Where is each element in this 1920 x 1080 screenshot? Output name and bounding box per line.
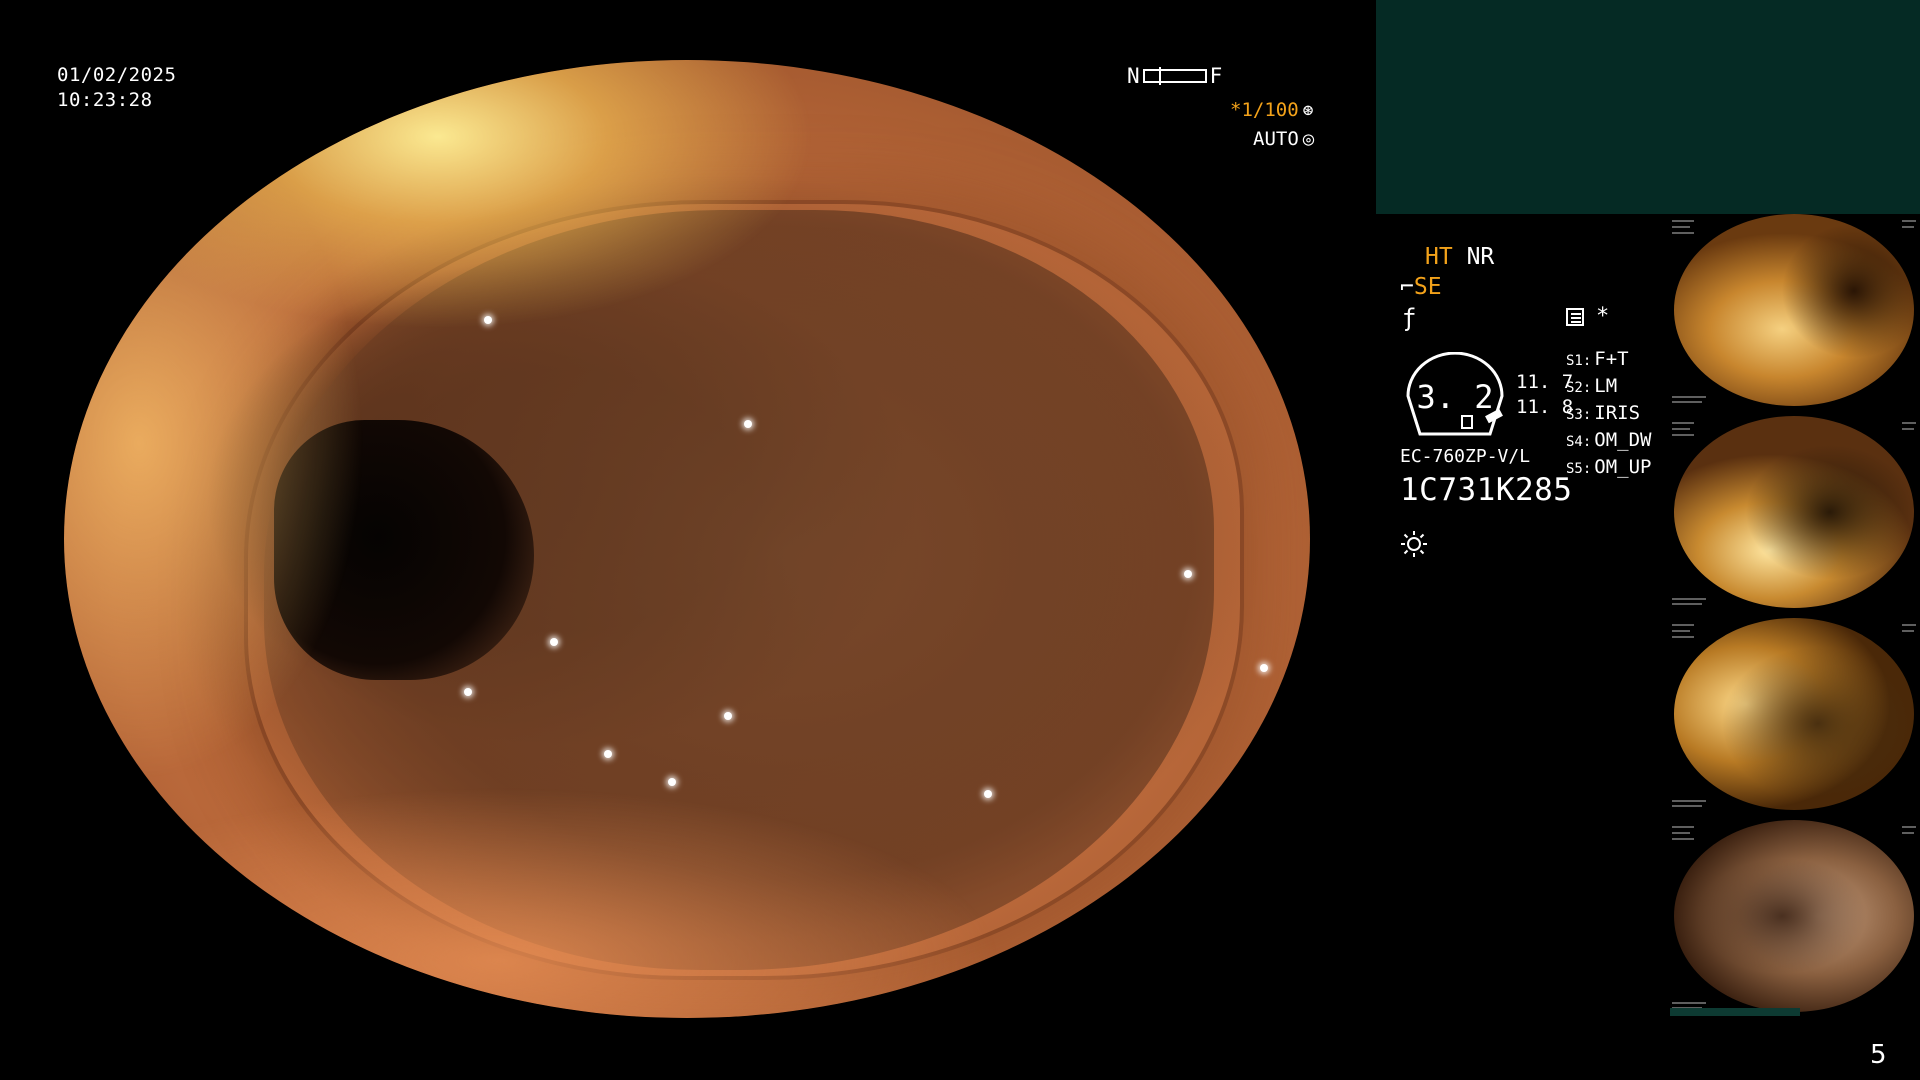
- zoom-scale: N F: [1127, 64, 1222, 88]
- se-label: SE: [1413, 274, 1442, 300]
- specular-highlight: [1184, 570, 1192, 578]
- target-icon: ◎: [1302, 128, 1315, 150]
- thumbnail[interactable]: [1670, 820, 1920, 1016]
- specular-highlight: [724, 712, 732, 720]
- thumbnail-image: [1674, 214, 1914, 406]
- asterisk-icon: *: [1596, 304, 1610, 329]
- specular-highlight: [984, 790, 992, 798]
- thumbnail-strip-bar: [1670, 1008, 1800, 1016]
- se-row: ⌐SE: [1400, 274, 1442, 300]
- thumbnail-meta: [1902, 622, 1918, 636]
- page-number: 5: [1870, 1040, 1887, 1070]
- switch-row: S1: F+T: [1566, 348, 1629, 370]
- specular-highlight: [604, 750, 612, 758]
- thumbnail-image: [1674, 820, 1914, 1012]
- specular-highlight: [668, 778, 676, 786]
- thumbnail-meta: [1672, 420, 1700, 440]
- endoscope-main-view: [64, 60, 1310, 1018]
- near-label: N: [1127, 64, 1140, 88]
- ht-label: HT: [1425, 244, 1453, 270]
- thumbnail-meta: [1672, 394, 1708, 404]
- scope-switches: S1: F+T S2: LM S3: IRIS S4: OM_DW S5: OM_UP: [1566, 347, 1652, 482]
- endoscope-screen: 01/02/2025 10:23:28 N F *1/100 ⊛ AUTO ◎ …: [0, 0, 1920, 1080]
- scope-serial: 1C731K285: [1400, 472, 1573, 508]
- scope-model: EC-760ZP-V/L: [1400, 446, 1531, 467]
- captured-thumbnails: [1670, 214, 1920, 1018]
- auto-mode: AUTO ◎: [1253, 128, 1314, 150]
- specular-highlight: [550, 638, 558, 646]
- thumbnail[interactable]: [1670, 214, 1920, 410]
- thumbnail-meta: [1902, 420, 1918, 434]
- ht-nr-row: HT NR: [1425, 244, 1494, 270]
- thumbnail[interactable]: [1670, 416, 1920, 612]
- switch-row: S3: IRIS: [1566, 402, 1641, 424]
- thumbnail-meta: [1672, 218, 1700, 238]
- zoom-bar: [1142, 67, 1207, 85]
- thumbnail-meta: [1672, 622, 1700, 642]
- structure-enhance-icon: ⌐: [1400, 274, 1414, 300]
- image-mode-icon: [1566, 308, 1584, 326]
- gauge-readouts: 11. 7 11. 8: [1516, 370, 1573, 420]
- switch-row: S2: LM: [1566, 375, 1618, 397]
- shutter-text: *1/100: [1230, 99, 1299, 121]
- thumbnail-meta: [1672, 798, 1708, 808]
- specular-highlight: [484, 316, 492, 324]
- time-text: 10:23:28: [57, 89, 153, 111]
- aperture-icon: ⊛: [1302, 99, 1314, 121]
- specular-highlight: [464, 688, 472, 696]
- thumbnail[interactable]: [1670, 618, 1920, 814]
- switch-row: S5: OM_UP: [1566, 456, 1652, 478]
- specular-highlight: [744, 420, 752, 428]
- thumbnail-meta: [1902, 218, 1918, 232]
- switch-row: S4: OM_DW: [1566, 429, 1652, 451]
- shutter-speed: *1/100 ⊛: [1230, 99, 1313, 121]
- nr-label: NR: [1466, 244, 1495, 270]
- auto-text: AUTO: [1253, 128, 1299, 150]
- thumbnail-meta: [1902, 824, 1918, 838]
- illuminated-wall: [64, 60, 1310, 1018]
- far-label: F: [1209, 64, 1223, 88]
- gauge-value: 3. 2: [1416, 378, 1494, 416]
- thumbnail-image: [1674, 618, 1914, 810]
- light-source-icon: [1401, 531, 1427, 557]
- thumbnail-meta: [1672, 824, 1700, 844]
- gauge-upper: 11. 7: [1516, 371, 1574, 393]
- thumbnail-image: [1674, 416, 1914, 608]
- specular-highlight: [1260, 664, 1268, 672]
- focus-icon: ƒ: [1402, 304, 1417, 332]
- date-time: 01/02/2025 10:23:28: [57, 63, 176, 113]
- gauge-lower: 11. 8: [1516, 396, 1574, 418]
- thumbnail-meta: [1672, 596, 1708, 606]
- patient-info-panel: [1376, 0, 1920, 214]
- date-text: 01/02/2025: [57, 64, 177, 86]
